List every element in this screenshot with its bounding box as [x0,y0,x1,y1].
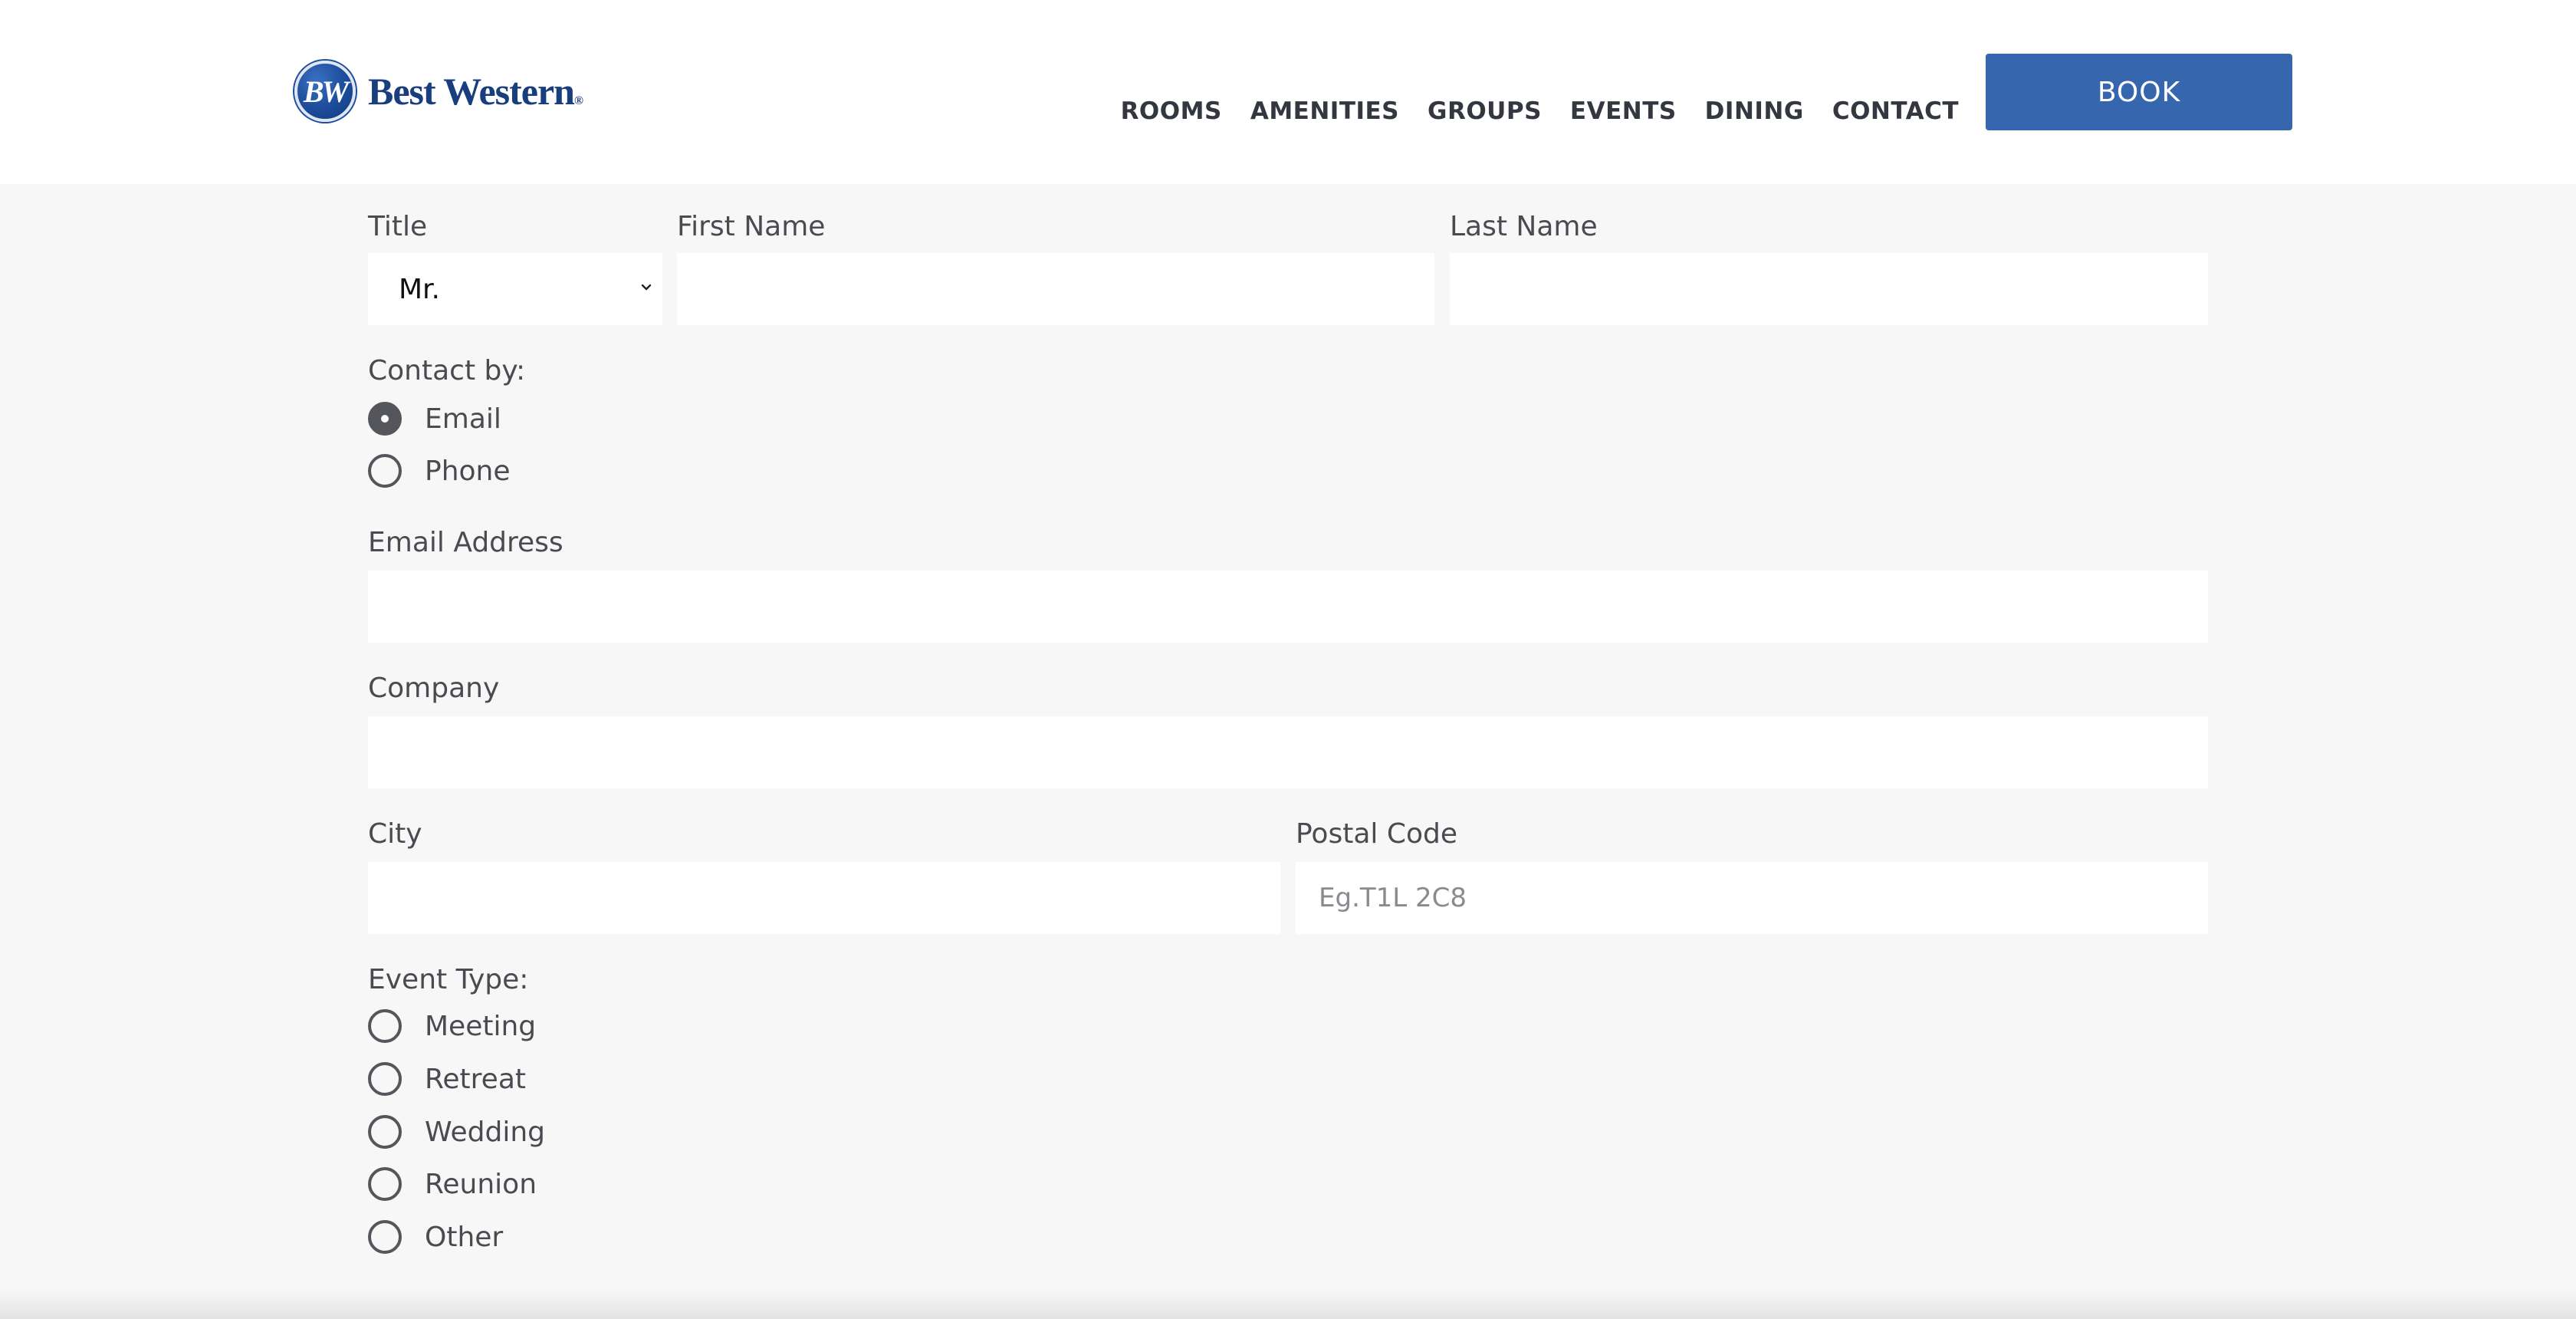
city-label: City [368,818,422,850]
logo-wordmark: Best Western® [368,69,583,113]
city-field[interactable] [368,862,1280,934]
radio-button[interactable] [368,1009,402,1043]
book-button[interactable]: BOOK [1986,54,2292,130]
title-label: Title [368,211,428,242]
nav-rooms[interactable]: ROOMS [1121,95,1222,127]
footer-shadow [0,1288,2576,1319]
title-select-value: Mr. [399,273,440,305]
main-nav: ROOMS AMENITIES GROUPS EVENTS DINING CON… [1121,95,1959,127]
first-name-field[interactable] [677,253,1434,325]
nav-dining[interactable]: DINING [1705,95,1804,127]
event-type-label: Event Type: [368,964,529,995]
radio-button[interactable] [368,1062,402,1096]
event-option-retreat[interactable]: Retreat [368,1061,526,1097]
first-name-label: First Name [677,211,826,242]
site-header: BW Best Western® ROOMS AMENITIES GROUPS … [0,0,2576,184]
logo-registered-mark: ® [573,94,583,107]
nav-amenities[interactable]: AMENITIES [1250,95,1399,127]
contact-option-phone[interactable]: Phone [368,452,511,489]
contact-option-label: Email [425,403,501,435]
company-label: Company [368,673,500,704]
chevron-down-icon [641,284,652,291]
company-field[interactable] [368,716,2208,788]
postal-code-label: Postal Code [1296,818,1457,850]
radio-button[interactable] [368,1220,402,1254]
contact-option-email[interactable]: Email [368,400,501,437]
event-option-label: Wedding [425,1116,546,1148]
nav-groups[interactable]: GROUPS [1428,95,1542,127]
event-option-other[interactable]: Other [368,1219,503,1255]
nav-events[interactable]: EVENTS [1570,95,1677,127]
nav-contact[interactable]: CONTACT [1832,95,1959,127]
event-option-label: Meeting [425,1010,537,1042]
event-option-label: Reunion [425,1168,537,1200]
title-select[interactable]: Mr. [368,253,662,325]
radio-button[interactable] [368,454,402,488]
last-name-label: Last Name [1450,211,1598,242]
email-label: Email Address [368,527,564,558]
event-option-label: Other [425,1221,504,1253]
event-option-label: Retreat [425,1063,526,1095]
best-western-logo[interactable]: BW Best Western® [294,60,583,123]
contact-by-label: Contact by: [368,355,526,386]
event-option-wedding[interactable]: Wedding [368,1113,545,1150]
bw-logo-icon: BW [294,61,356,122]
event-option-meeting[interactable]: Meeting [368,1008,536,1044]
postal-code-field[interactable] [1296,862,2208,934]
email-field[interactable] [368,571,2208,643]
event-option-reunion[interactable]: Reunion [368,1166,537,1202]
contact-option-label: Phone [425,455,511,487]
logo-name: Best Western [368,70,575,113]
radio-button[interactable] [368,1167,402,1201]
last-name-field[interactable] [1450,253,2208,325]
radio-button[interactable] [368,1115,402,1149]
radio-button-checked[interactable] [368,402,402,436]
